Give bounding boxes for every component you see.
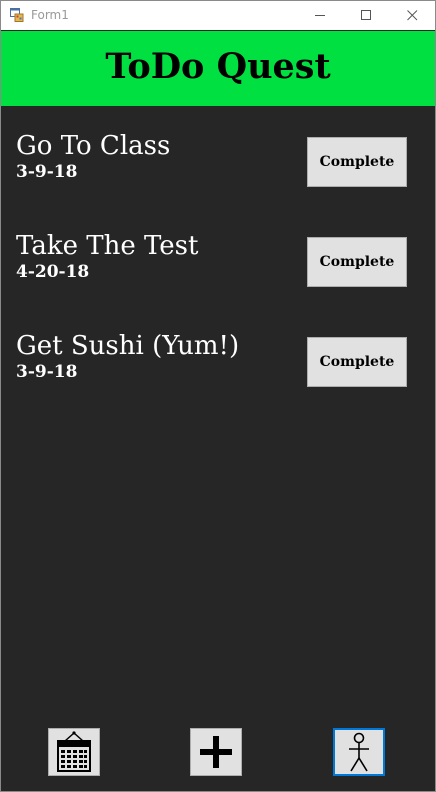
- app-title: ToDo Quest: [105, 46, 331, 87]
- window-title: Form1: [31, 8, 69, 22]
- task-item: Get Sushi (Yum!) 3-9-18 Complete: [1, 331, 435, 391]
- minimize-button[interactable]: [297, 1, 343, 30]
- complete-button[interactable]: Complete: [307, 237, 407, 287]
- maximize-icon: [361, 10, 371, 20]
- complete-button[interactable]: Complete: [307, 137, 407, 187]
- close-button[interactable]: [389, 1, 435, 30]
- calendar-icon: [57, 731, 91, 772]
- task-item: Take The Test 4-20-18 Complete: [1, 231, 435, 291]
- maximize-button[interactable]: [343, 1, 389, 30]
- profile-button[interactable]: [333, 728, 385, 776]
- task-item: Go To Class 3-9-18 Complete: [1, 131, 435, 191]
- task-date: 4-20-18: [16, 262, 90, 282]
- add-task-button[interactable]: [190, 728, 242, 776]
- calendar-button[interactable]: [48, 728, 100, 776]
- close-icon: [407, 10, 418, 21]
- plus-icon: [200, 736, 232, 768]
- task-name: Take The Test: [16, 231, 199, 261]
- task-name: Get Sushi (Yum!): [16, 331, 240, 361]
- stick-figure-icon: [349, 732, 369, 772]
- form-app-icon: [10, 8, 24, 22]
- app-header: ToDo Quest: [1, 31, 435, 106]
- minimize-icon: [315, 15, 325, 16]
- complete-button[interactable]: Complete: [307, 337, 407, 387]
- task-date: 3-9-18: [16, 362, 78, 382]
- task-name: Go To Class: [16, 131, 171, 161]
- task-date: 3-9-18: [16, 162, 78, 182]
- app-window: Form1 ToDo Quest Go To Class 3-9-18 Comp…: [0, 0, 436, 792]
- title-bar[interactable]: Form1: [1, 1, 435, 30]
